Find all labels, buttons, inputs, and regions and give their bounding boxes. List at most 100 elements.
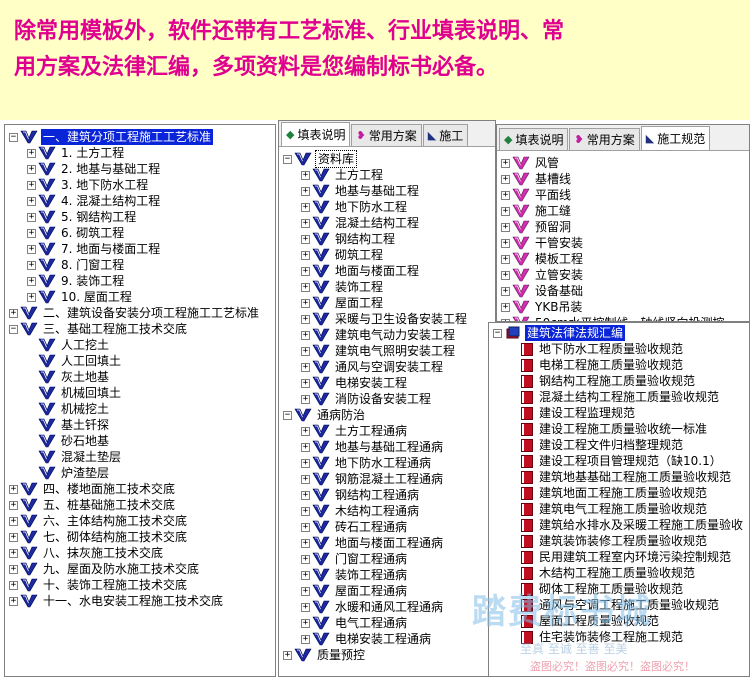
- tree-item[interactable]: − 一、建筑分项工程施工工艺标准: [9, 129, 275, 145]
- collapse-toggle[interactable]: −: [9, 324, 18, 334]
- tree-item[interactable]: + 预留洞: [501, 219, 749, 235]
- tree-item[interactable]: + 砌筑工程: [283, 247, 495, 263]
- tree-item[interactable]: + 装饰工程通病: [283, 567, 495, 583]
- tree-item[interactable]: + 二、建筑设备安装分项工程施工工艺标准: [9, 305, 275, 321]
- tree-item[interactable]: 机械回填土: [9, 385, 275, 401]
- tree-item[interactable]: +6. 砌筑工程: [9, 225, 275, 241]
- tree-item[interactable]: +3. 地下防水工程: [9, 177, 275, 193]
- tree-item[interactable]: 混凝土垫层: [9, 449, 275, 465]
- law-item[interactable]: 建设工程施工质量验收统一标准: [493, 421, 749, 437]
- expand-toggle[interactable]: +: [501, 270, 510, 280]
- tree-item[interactable]: − 资料库: [283, 150, 495, 168]
- expand-toggle[interactable]: +: [301, 554, 310, 564]
- tree-item[interactable]: + 通风与空调安装工程: [283, 359, 495, 375]
- tree-item[interactable]: + 七、砌体结构施工技术交底: [9, 529, 275, 545]
- expand-toggle[interactable]: +: [301, 250, 310, 260]
- tree-item[interactable]: + 四、楼地面施工技术交底: [9, 481, 275, 497]
- tree-item[interactable]: + 基槽线: [501, 171, 749, 187]
- law-item[interactable]: 钢结构工程施工质量验收规范: [493, 373, 749, 389]
- law-item[interactable]: 住宅装饰装修工程施工规范: [493, 629, 749, 645]
- tree-item[interactable]: + 质量预控: [283, 647, 495, 663]
- tree-item[interactable]: +5. 钢结构工程: [9, 209, 275, 225]
- tab-1[interactable]: ◆ 填表说明: [281, 122, 351, 146]
- expand-toggle[interactable]: +: [301, 506, 310, 516]
- tree-item[interactable]: + 模板工程: [501, 251, 749, 267]
- expand-toggle[interactable]: +: [301, 218, 310, 228]
- tree-item[interactable]: + 干管安装: [501, 235, 749, 251]
- expand-toggle[interactable]: +: [501, 254, 510, 264]
- law-item[interactable]: 民用建筑工程室内环境污染控制规范: [493, 549, 749, 565]
- law-item[interactable]: 地下防水工程质量验收规范: [493, 341, 749, 357]
- tree-item[interactable]: + 平面线: [501, 187, 749, 203]
- expand-toggle[interactable]: +: [9, 564, 18, 574]
- expand-toggle[interactable]: +: [27, 196, 36, 206]
- expand-toggle[interactable]: +: [27, 148, 36, 158]
- tree-item[interactable]: 机械挖土: [9, 401, 275, 417]
- law-item[interactable]: 建设工程监理规范: [493, 405, 749, 421]
- tab-1[interactable]: ◆ 填表说明: [499, 128, 569, 150]
- expand-toggle[interactable]: +: [27, 180, 36, 190]
- tree-item[interactable]: +4. 混凝土结构工程: [9, 193, 275, 209]
- law-item[interactable]: 通风与空调工程施工质量验收规范: [493, 597, 749, 613]
- tree-item[interactable]: + YKB吊装: [501, 299, 749, 315]
- law-item[interactable]: 建设工程项目管理规范（缺10.1）: [493, 453, 749, 469]
- expand-toggle[interactable]: +: [301, 234, 310, 244]
- expand-toggle[interactable]: +: [9, 532, 18, 542]
- tab-3[interactable]: ◣ 施工规范: [640, 126, 711, 150]
- expand-toggle[interactable]: +: [501, 238, 510, 248]
- tree-item[interactable]: 人工回填土: [9, 353, 275, 369]
- expand-toggle[interactable]: +: [283, 650, 292, 660]
- expand-toggle[interactable]: +: [301, 362, 310, 372]
- tree-item[interactable]: +9. 装饰工程: [9, 273, 275, 289]
- tree-item[interactable]: + 电梯安装工程通病: [283, 631, 495, 647]
- tree-item[interactable]: + 消防设备安装工程: [283, 391, 495, 407]
- tree-item[interactable]: 灰土地基: [9, 369, 275, 385]
- tree-item[interactable]: + 六、主体结构施工技术交底: [9, 513, 275, 529]
- tree-item[interactable]: + 屋面工程通病: [283, 583, 495, 599]
- tree-item[interactable]: + 土方工程通病: [283, 423, 495, 439]
- tab-3[interactable]: ◣ 施工: [422, 124, 469, 146]
- tree-item[interactable]: + 地基与基础工程通病: [283, 439, 495, 455]
- expand-toggle[interactable]: +: [301, 490, 310, 500]
- tree-item[interactable]: + 屋面工程: [283, 295, 495, 311]
- collapse-toggle[interactable]: −: [493, 328, 502, 338]
- expand-toggle[interactable]: +: [301, 618, 310, 628]
- expand-toggle[interactable]: +: [301, 314, 310, 324]
- expand-toggle[interactable]: +: [301, 474, 310, 484]
- expand-toggle[interactable]: +: [301, 538, 310, 548]
- tree-item[interactable]: + 地基与基础工程: [283, 183, 495, 199]
- expand-toggle[interactable]: +: [301, 266, 310, 276]
- tree-item[interactable]: + 立管安装: [501, 267, 749, 283]
- expand-toggle[interactable]: +: [301, 186, 310, 196]
- tree-item[interactable]: + 风管: [501, 155, 749, 171]
- collapse-toggle[interactable]: −: [9, 132, 18, 142]
- expand-toggle[interactable]: +: [301, 282, 310, 292]
- tree-item[interactable]: + 设备基础: [501, 283, 749, 299]
- tree-item[interactable]: 基土钎探: [9, 417, 275, 433]
- expand-toggle[interactable]: +: [501, 158, 510, 168]
- expand-toggle[interactable]: +: [301, 458, 310, 468]
- expand-toggle[interactable]: +: [301, 394, 310, 404]
- expand-toggle[interactable]: +: [27, 164, 36, 174]
- law-item[interactable]: 屋面工程质量验收规范: [493, 613, 749, 629]
- expand-toggle[interactable]: +: [27, 292, 36, 302]
- expand-toggle[interactable]: +: [301, 570, 310, 580]
- tree-item[interactable]: +7. 地面与楼面工程: [9, 241, 275, 257]
- expand-toggle[interactable]: +: [501, 206, 510, 216]
- expand-toggle[interactable]: +: [27, 276, 36, 286]
- expand-toggle[interactable]: +: [301, 602, 310, 612]
- tree-item[interactable]: +10. 屋面工程: [9, 289, 275, 305]
- tree-item[interactable]: + 十、装饰工程施工技术交底: [9, 577, 275, 593]
- tree-item[interactable]: + 钢结构工程通病: [283, 487, 495, 503]
- tree-item[interactable]: +1. 土方工程: [9, 145, 275, 161]
- tree-item[interactable]: + 钢筋混凝土工程通病: [283, 471, 495, 487]
- expand-toggle[interactable]: +: [301, 346, 310, 356]
- expand-toggle[interactable]: +: [9, 548, 18, 558]
- law-root-row[interactable]: − 建筑法律法规汇编: [493, 325, 749, 341]
- tree-item[interactable]: + 采暖与卫生设备安装工程: [283, 311, 495, 327]
- expand-toggle[interactable]: +: [27, 212, 36, 222]
- law-item[interactable]: 混凝土结构工程施工质量验收规范: [493, 389, 749, 405]
- tree-item[interactable]: +8. 门窗工程: [9, 257, 275, 273]
- tree-item[interactable]: + 施工缝: [501, 203, 749, 219]
- expand-toggle[interactable]: +: [301, 330, 310, 340]
